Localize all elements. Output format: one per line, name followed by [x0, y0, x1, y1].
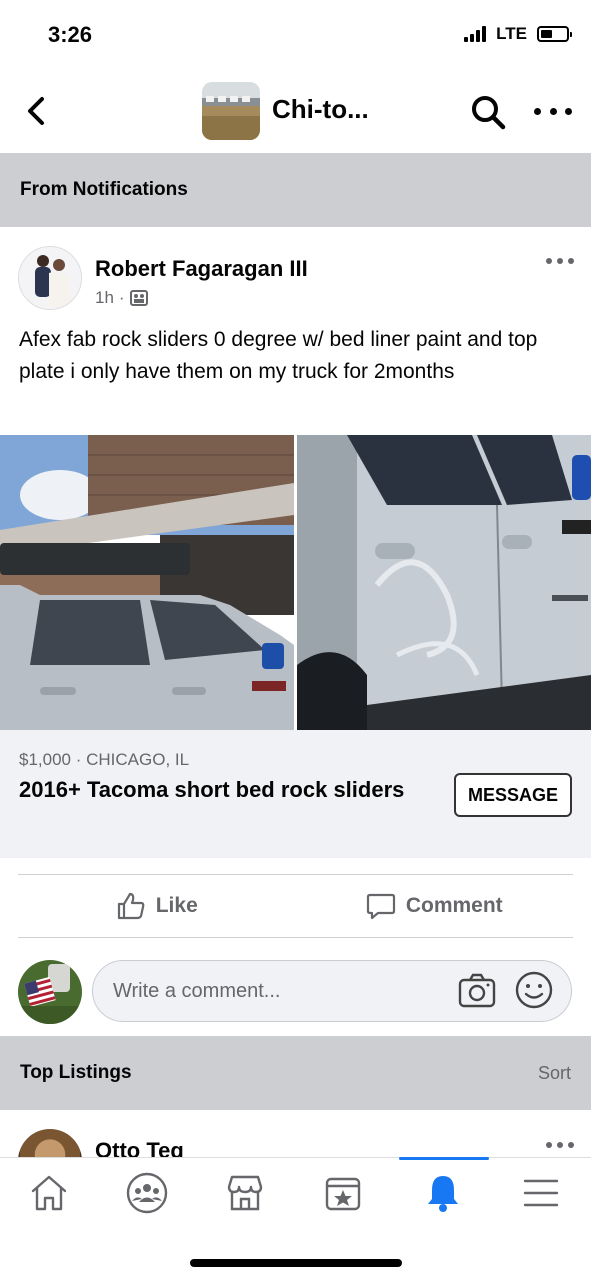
- post-time[interactable]: 1h: [95, 288, 114, 308]
- top-nav: Chi-to...: [0, 70, 591, 152]
- like-button[interactable]: Like: [18, 875, 296, 937]
- like-label: Like: [155, 894, 198, 917]
- author-name[interactable]: Robert Fagaragan III: [95, 256, 308, 282]
- tab-menu[interactable]: [492, 1158, 590, 1228]
- message-seller-button[interactable]: MESSAGE: [454, 773, 572, 817]
- post-photo-rock-sliders[interactable]: [297, 435, 591, 730]
- bottom-tab-bar: [0, 1157, 591, 1247]
- smiley-icon: [515, 971, 553, 1009]
- post-options-button[interactable]: [546, 258, 574, 268]
- back-button[interactable]: [22, 94, 52, 128]
- notifications-section-header: From Notifications: [0, 153, 591, 227]
- status-time: 3:26: [48, 22, 93, 47]
- thumbs-up-icon: [117, 892, 145, 920]
- group-privacy-icon: [129, 290, 148, 306]
- signal-icon: [464, 26, 487, 42]
- viewer-avatar[interactable]: [18, 960, 82, 1024]
- dot-icon: [534, 107, 541, 115]
- listing-price-location: $1,000 · CHICAGO, IL: [19, 750, 190, 769]
- dot-icon: [546, 1142, 552, 1148]
- status-bar: 3:26 LTE: [0, 0, 591, 70]
- tab-pages[interactable]: [294, 1158, 392, 1228]
- search-icon: [472, 96, 506, 130]
- camera-button[interactable]: [457, 971, 497, 1011]
- group-thumbnail[interactable]: [202, 82, 260, 140]
- dot-icon: [568, 258, 574, 264]
- groups-icon: [126, 1172, 168, 1214]
- comment-button[interactable]: Comment: [296, 875, 574, 937]
- post-meta: 1h ·: [95, 288, 148, 308]
- author-avatar[interactable]: [18, 246, 82, 310]
- dot-icon: [549, 107, 557, 115]
- comment-bubble-icon: [366, 893, 395, 920]
- next-author-name[interactable]: Otto Teg: [95, 1138, 184, 1158]
- dot-icon: [565, 107, 572, 115]
- emoji-button[interactable]: [514, 970, 554, 1010]
- network-label: LTE: [496, 24, 527, 43]
- top-listings-section-header: Top Listings Sort: [0, 1036, 591, 1110]
- home-icon: [31, 1175, 67, 1211]
- post-photo-truck-side[interactable]: [0, 435, 294, 730]
- notifications-icon: [428, 1176, 458, 1212]
- tab-groups[interactable]: [98, 1158, 196, 1228]
- dot-icon: [568, 1142, 574, 1148]
- home-indicator[interactable]: [190, 1259, 402, 1267]
- meta-separator: ·: [118, 288, 125, 307]
- post-text: Afex fab rock sliders 0 degree w/ bed li…: [19, 328, 538, 383]
- listing-title[interactable]: 2016+ Tacoma short bed rock sliders: [19, 774, 419, 806]
- comment-label: Comment: [405, 894, 503, 917]
- group-title[interactable]: Chi-to...: [272, 94, 369, 125]
- tab-notifications[interactable]: [394, 1158, 492, 1228]
- sort-button[interactable]: Sort: [538, 1063, 571, 1084]
- post-actions: Like Comment: [18, 874, 573, 938]
- next-author-avatar[interactable]: [18, 1129, 82, 1158]
- battery-icon: [537, 26, 572, 42]
- comment-input[interactable]: Write a comment...: [92, 960, 572, 1022]
- marketplace-icon: [227, 1175, 263, 1211]
- comment-composer: Write a comment...: [0, 952, 591, 1032]
- post-photos: [0, 435, 591, 730]
- next-post-options-button[interactable]: [546, 1142, 574, 1152]
- tab-marketplace[interactable]: [196, 1158, 294, 1228]
- section-title: From Notifications: [20, 179, 188, 200]
- listing-details[interactable]: $1,000 · CHICAGO, IL 2016+ Tacoma short …: [0, 730, 591, 858]
- dot-icon: [557, 1142, 563, 1148]
- camera-icon: [458, 973, 496, 1008]
- next-post-preview: Otto Teg: [0, 1110, 591, 1158]
- more-options-button[interactable]: [534, 96, 572, 126]
- dot-icon: [546, 258, 552, 264]
- tab-home[interactable]: [0, 1158, 98, 1228]
- status-indicators: LTE: [464, 24, 572, 44]
- chevron-left-icon: [28, 97, 44, 125]
- section-title: Top Listings: [20, 1062, 132, 1083]
- post-header: Robert Fagaragan III 1h ·: [0, 228, 591, 318]
- pages-icon: [325, 1177, 361, 1211]
- search-button[interactable]: [470, 94, 508, 132]
- menu-icon: [523, 1179, 559, 1207]
- dot-icon: [557, 258, 563, 264]
